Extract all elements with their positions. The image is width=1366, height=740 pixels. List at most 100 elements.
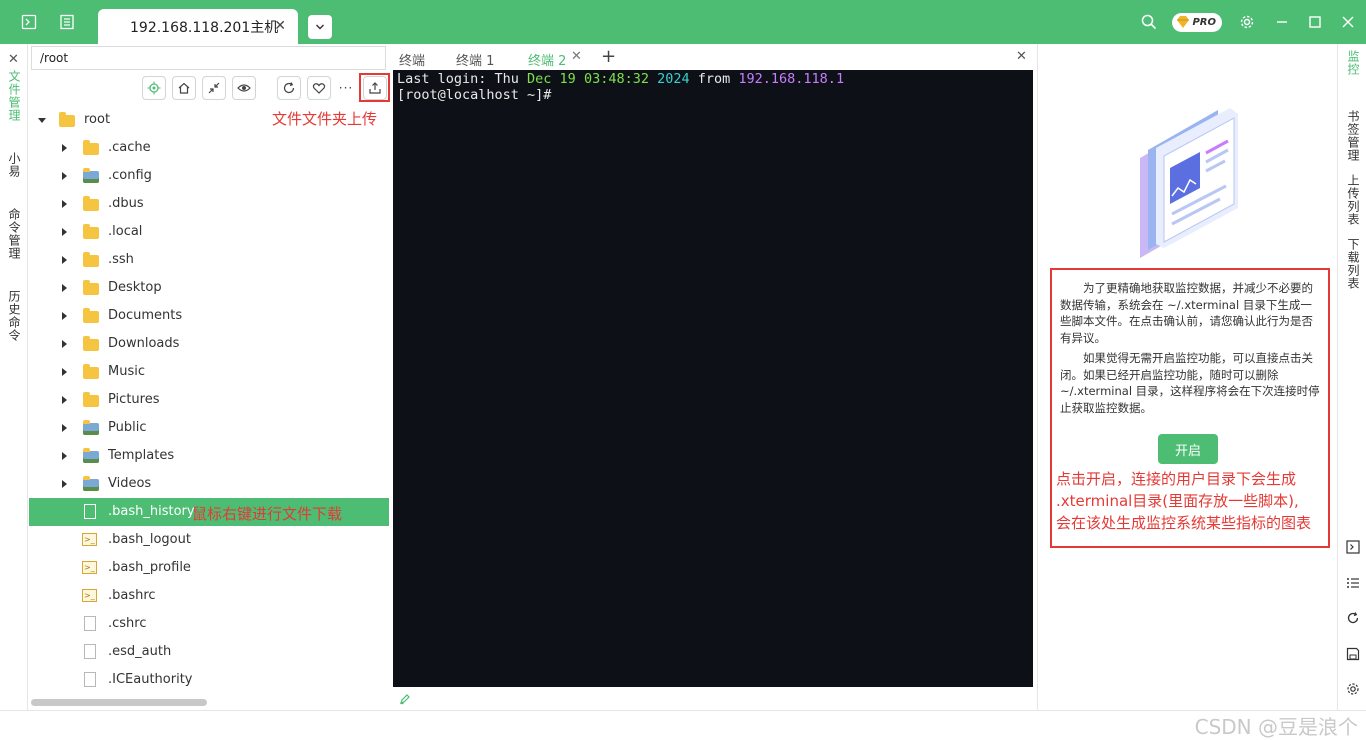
folder-icon xyxy=(59,112,75,127)
tree-row[interactable]: root xyxy=(29,106,389,134)
tree-item-label: Desktop xyxy=(108,280,162,295)
tree-row[interactable]: .cache xyxy=(29,134,389,162)
tree-row[interactable]: Pictures xyxy=(29,386,389,414)
tree-row[interactable]: >_ .bash_logout xyxy=(29,526,389,554)
pro-badge[interactable]: PRO xyxy=(1172,13,1222,32)
tree-item-label: Documents xyxy=(108,308,183,323)
notice-paragraph-2: 如果觉得无需开启监控功能，可以直接点击关闭。如果已经开启监控功能，随时可以删除 … xyxy=(1060,351,1320,415)
tree-row[interactable]: .esd_auth xyxy=(29,638,389,666)
chevron-right-icon[interactable] xyxy=(62,200,67,208)
chevron-right-icon[interactable] xyxy=(62,172,67,180)
terminal-icon[interactable] xyxy=(1345,539,1361,555)
collapse-button[interactable] xyxy=(202,76,226,100)
terminal-screen[interactable]: Last login: Thu Dec 19 03:48:32 2024 fro… xyxy=(393,70,1033,687)
tree-row[interactable]: >_ .bashrc xyxy=(29,582,389,610)
folder-icon xyxy=(83,364,99,379)
chevron-right-icon[interactable] xyxy=(62,284,67,292)
status-bar: CSDN @豆是浪个 xyxy=(0,710,1366,739)
tree-row[interactable]: Public xyxy=(29,414,389,442)
chevron-right-icon[interactable] xyxy=(62,480,67,488)
tree-row[interactable]: Documents xyxy=(29,302,389,330)
search-icon[interactable] xyxy=(1139,12,1159,32)
open-monitor-button[interactable]: 开启 xyxy=(1158,434,1218,464)
folder-icon xyxy=(83,476,99,491)
tree-row[interactable]: .local xyxy=(29,218,389,246)
file-icon xyxy=(84,504,96,519)
tree-row[interactable]: .config xyxy=(29,162,389,190)
tab-terminal[interactable]: 终端 xyxy=(399,50,425,69)
pen-icon xyxy=(400,694,410,705)
folder-icon xyxy=(83,280,99,295)
tab-history-commands[interactable]: 历史命令 xyxy=(6,290,23,342)
chevron-right-icon[interactable] xyxy=(62,424,67,432)
close-icon[interactable]: ✕ xyxy=(274,18,286,34)
gear-icon[interactable] xyxy=(1345,681,1361,697)
show-hidden-button[interactable] xyxy=(232,76,256,100)
tree-row[interactable]: .ssh xyxy=(29,246,389,274)
tab-monitor[interactable]: 监控 xyxy=(1345,50,1362,76)
tab-bookmarks[interactable]: 书签管理 xyxy=(1345,110,1362,162)
monitor-panel: 为了更精确地获取监控数据，并减少不必要的数据传输，系统会在 ~/.xtermin… xyxy=(1037,44,1337,710)
maximize-icon[interactable] xyxy=(1305,12,1325,32)
right-sidebar: 监控 书签管理 上传列表 下载列表 xyxy=(1337,44,1366,710)
gear-icon[interactable] xyxy=(1237,12,1257,32)
close-icon[interactable]: ✕ xyxy=(8,52,19,67)
close-icon[interactable]: ✕ xyxy=(1016,49,1027,64)
notice-paragraph-1: 为了更精确地获取监控数据，并减少不必要的数据传输，系统会在 ~/.xtermin… xyxy=(1060,281,1313,345)
tree-row[interactable]: .cshrc xyxy=(29,610,389,638)
tab-terminal-2[interactable]: 终端 2 xyxy=(528,50,566,69)
chevron-right-icon[interactable] xyxy=(62,340,67,348)
tab-dropdown-button[interactable] xyxy=(308,15,332,39)
tab-command-manager[interactable]: 命令管理 xyxy=(6,208,23,260)
folder-icon xyxy=(83,140,99,155)
tree-row[interactable]: Desktop xyxy=(29,274,389,302)
close-icon[interactable]: ✕ xyxy=(571,49,582,64)
close-icon[interactable] xyxy=(1338,12,1358,32)
tree-item-label: Public xyxy=(108,420,147,435)
list-icon[interactable] xyxy=(1345,575,1361,591)
list-icon[interactable] xyxy=(57,12,77,32)
minimize-icon[interactable] xyxy=(1272,12,1292,32)
tree-item-label: Pictures xyxy=(108,392,160,407)
tree-row[interactable]: >_ .bash_profile xyxy=(29,554,389,582)
refresh-button[interactable] xyxy=(277,76,301,100)
tree-item-label: .cache xyxy=(108,140,151,155)
tree-row[interactable]: Videos xyxy=(29,470,389,498)
chevron-right-icon[interactable] xyxy=(62,396,67,404)
tree-item-label: .bash_logout xyxy=(108,532,191,547)
tree-row[interactable]: Music xyxy=(29,358,389,386)
horizontal-scrollbar[interactable] xyxy=(31,699,207,706)
chevron-right-icon[interactable] xyxy=(62,144,67,152)
chevron-right-icon[interactable] xyxy=(62,256,67,264)
path-input[interactable] xyxy=(31,46,386,70)
chevron-right-icon[interactable] xyxy=(62,312,67,320)
home-icon xyxy=(178,82,190,94)
tab-upload-list[interactable]: 上传列表 xyxy=(1345,174,1362,226)
chevron-right-icon[interactable] xyxy=(62,452,67,460)
add-tab-icon[interactable]: + xyxy=(601,46,616,67)
tab-host[interactable]: 192.168.118.201主机 ✕ xyxy=(98,9,298,44)
more-icon: ··· xyxy=(338,81,354,95)
monitor-annotation-line-2: .xterminal目录(里面存放一些脚本), xyxy=(1056,492,1299,510)
chevron-down-icon[interactable] xyxy=(38,118,46,123)
terminal-icon[interactable] xyxy=(19,12,39,32)
favorite-button[interactable] xyxy=(307,76,331,100)
chevron-right-icon[interactable] xyxy=(62,228,67,236)
tab-download-list[interactable]: 下载列表 xyxy=(1345,238,1362,290)
locate-icon xyxy=(147,81,161,95)
home-button[interactable] xyxy=(172,76,196,100)
tree-row[interactable]: .dbus xyxy=(29,190,389,218)
tab-file-manager[interactable]: 文件管理 xyxy=(6,70,23,122)
tree-row[interactable]: Downloads xyxy=(29,330,389,358)
login-date: Dec 19 03:48:32 xyxy=(527,71,649,87)
chevron-right-icon[interactable] xyxy=(62,368,67,376)
tree-row[interactable]: .ICEauthority xyxy=(29,666,389,694)
tab-terminal-1[interactable]: 终端 1 xyxy=(456,50,494,69)
tree-row[interactable]: Templates xyxy=(29,442,389,470)
refresh-icon[interactable] xyxy=(1345,610,1361,626)
locate-button[interactable] xyxy=(142,76,166,100)
save-icon[interactable] xyxy=(1345,646,1361,662)
tab-xiaoyi[interactable]: 小易 xyxy=(6,152,23,178)
tree-item-label: Music xyxy=(108,364,145,379)
more-button[interactable]: ··· xyxy=(334,76,358,100)
